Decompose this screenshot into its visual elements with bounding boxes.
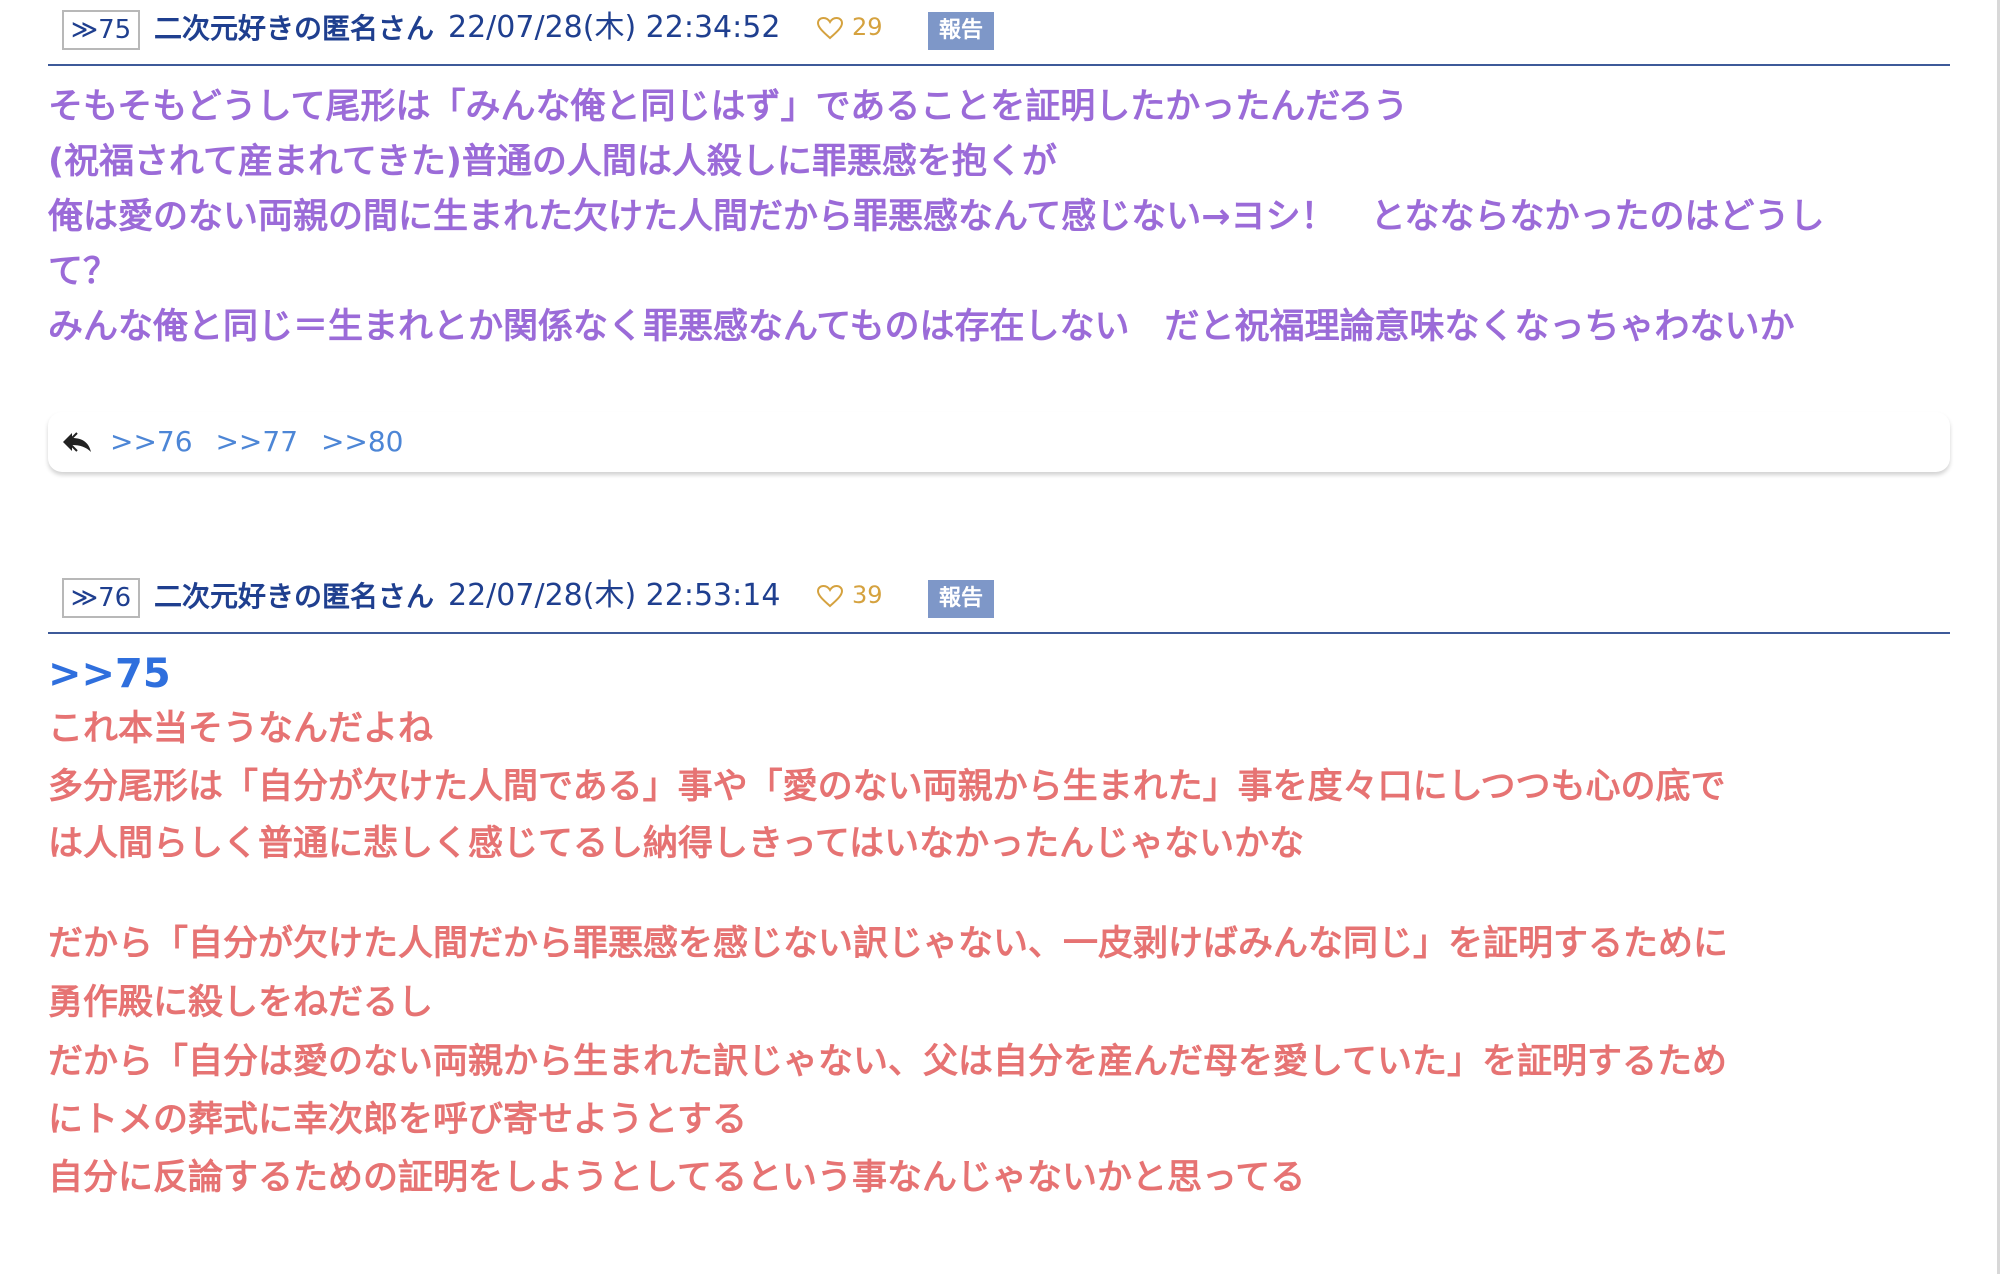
post-text-line: 俺は愛のない両親の間に生まれた欠けた人間だから罪悪感なんて感じない→ヨシ！ とな…	[48, 197, 1825, 237]
post-date: 22/07/28(木) 22:53:14	[448, 578, 781, 613]
like-count: 39	[852, 581, 883, 609]
post-text-line: 勇作殿に殺しをねだるし	[48, 983, 434, 1023]
heart-outline-icon	[816, 16, 844, 40]
reply-link[interactable]: >>80	[321, 425, 404, 458]
post-text-line: そもそもどうして尾形は「みんな俺と同じはず」であることを証明したかったんだろう	[48, 87, 1409, 127]
post-body: >>75 これ本当そうなんだよね 多分尾形は「自分が欠けた人間である」事や「愛の…	[48, 634, 1950, 1208]
heart-outline-icon	[816, 584, 844, 608]
post-text-line: これ本当そうなんだよね	[48, 709, 434, 749]
post-date: 22/07/28(木) 22:34:52	[448, 10, 781, 45]
post-number-link[interactable]: ≫76	[62, 578, 140, 618]
post-text-line: にトメの葬式に幸次郎を呼び寄せようとする	[48, 1100, 747, 1140]
post-text-line: て？	[48, 252, 119, 292]
poster-name: 二次元好きの匿名さん	[154, 580, 435, 613]
post-text-line: 多分尾形は「自分が欠けた人間である」事や「愛のない両親から生まれた」事を度々口に…	[48, 767, 1726, 807]
reply-arrow-icon	[63, 432, 91, 452]
post-text-line: だから「自分が欠けた人間だから罪悪感を感じない訳じゃない、一皮剥けばみんな同じ」…	[48, 924, 1729, 964]
post-text-line: 自分に反論するための証明をしようとしてるという事なんじゃないかと思ってる	[48, 1158, 1306, 1198]
like-count: 29	[852, 13, 883, 41]
post-header: ≫76 二次元好きの匿名さん 22/07/28(木) 22:53:14 39 報…	[48, 568, 1950, 634]
reply-list-bar: >>76 >>77 >>80	[48, 412, 1950, 472]
post-body: そもそもどうして尾形は「みんな俺と同じはず」であることを証明したかったんだろう …	[48, 66, 1950, 355]
post-76: ≫76 二次元好きの匿名さん 22/07/28(木) 22:53:14 39 報…	[48, 568, 1950, 1208]
reply-link[interactable]: >>76	[110, 425, 193, 458]
post-text-line: みんな俺と同じ＝生まれとか関係なく罪悪感なんてものは存在しない だと祝福理論意味…	[48, 307, 1795, 347]
post-header: ≫75 二次元好きの匿名さん 22/07/28(木) 22:34:52 29 報…	[48, 0, 1950, 66]
post-number-link[interactable]: ≫75	[62, 10, 140, 50]
post-text-line: は人間らしく普通に悲しく感じてるし納得しきってはいなかったんじゃないかな	[48, 824, 1305, 864]
reply-anchor-link[interactable]: >>75	[48, 646, 1950, 702]
report-button[interactable]: 報告	[928, 12, 994, 50]
reply-links: >>76 >>77 >>80	[110, 424, 418, 460]
post-text-line: だから「自分は愛のない両親から生まれた訳じゃない、父は自分を産んだ母を愛していた…	[48, 1042, 1727, 1082]
post-75: ≫75 二次元好きの匿名さん 22/07/28(木) 22:34:52 29 報…	[48, 0, 1950, 355]
report-button[interactable]: 報告	[928, 580, 994, 618]
thread-page: ≫75 二次元好きの匿名さん 22/07/28(木) 22:34:52 29 報…	[0, 0, 2000, 1274]
poster-name: 二次元好きの匿名さん	[154, 12, 435, 45]
reply-link[interactable]: >>77	[215, 425, 298, 458]
post-text-line: (祝福されて産まれてきた)普通の人間は人殺しに罪悪感を抱くが	[48, 142, 1057, 182]
